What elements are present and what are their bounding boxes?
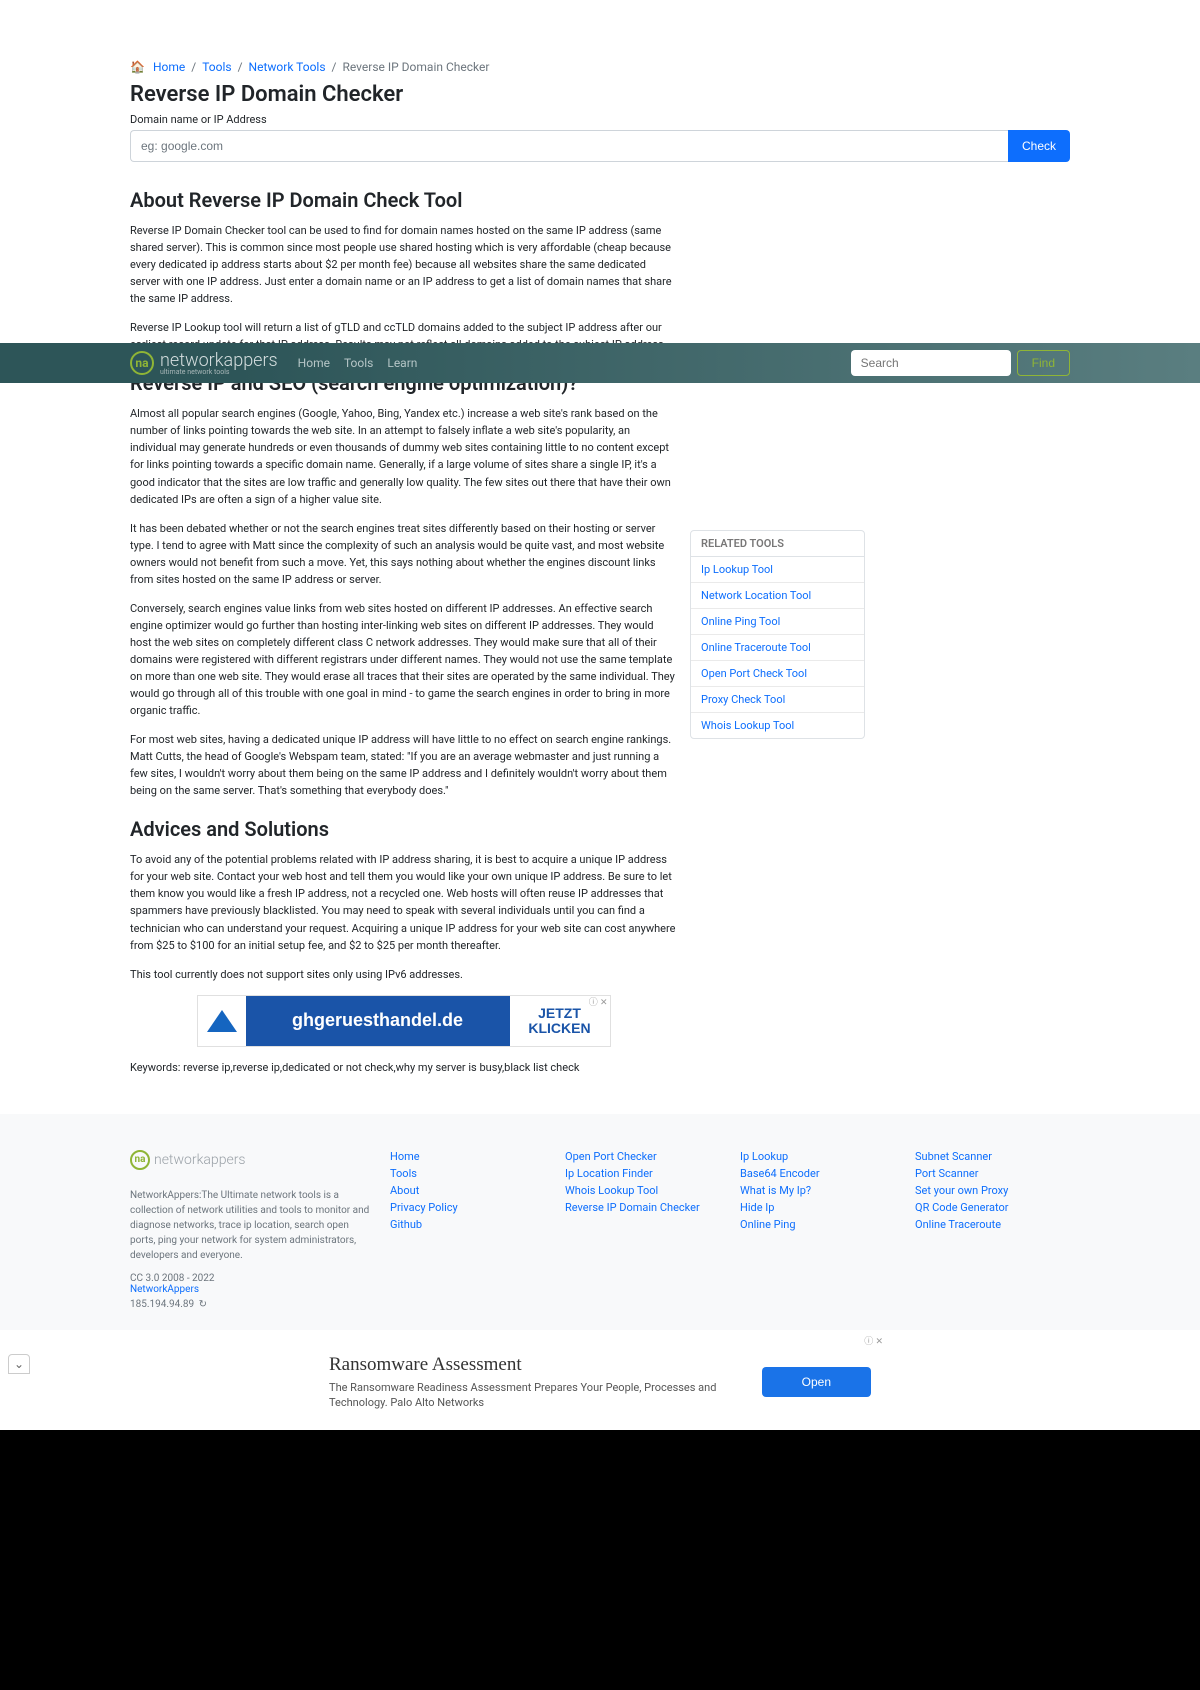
footer-cc: CC 3.0 2008 - 2022 NetworkAppers <box>130 1273 370 1295</box>
ad1-domain: ghgeruesthandel.de <box>246 1010 510 1031</box>
black-band <box>0 1430 1200 1690</box>
footer-link-ping[interactable]: Online Ping <box>740 1218 895 1231</box>
footer-link-about[interactable]: About <box>390 1184 545 1197</box>
advice-p1: To avoid any of the potential problems r… <box>130 851 677 953</box>
breadcrumb-network-tools[interactable]: Network Tools <box>249 60 326 74</box>
ad1-cta-line1: JETZT <box>538 1006 581 1021</box>
ad-collapse-icon[interactable]: ⌄ <box>8 1354 30 1374</box>
footer-link-hideip[interactable]: Hide Ip <box>740 1201 895 1214</box>
ad-banner-2[interactable]: ⓘ ✕ Ransomware Assessment The Ransomware… <box>315 1344 885 1421</box>
footer-link-qr[interactable]: QR Code Generator <box>915 1201 1070 1214</box>
ad2-title: Ransomware Assessment <box>329 1354 742 1376</box>
footer-logo[interactable]: na networkappers <box>130 1150 370 1170</box>
breadcrumb-tools[interactable]: Tools <box>202 60 231 74</box>
footer-link-ip-lookup[interactable]: Ip Lookup <box>740 1150 895 1163</box>
footer-link-reverse-ip[interactable]: Reverse IP Domain Checker <box>565 1201 720 1214</box>
nav-learn[interactable]: Learn <box>387 356 417 370</box>
footer-link-myip[interactable]: What is My Ip? <box>740 1184 895 1197</box>
page-title: Reverse IP Domain Checker <box>130 82 1070 107</box>
footer-cc-link[interactable]: NetworkAppers <box>130 1284 370 1295</box>
footer-ip-value: 185.194.94.89 <box>130 1299 194 1310</box>
sidebar-item-ip-lookup[interactable]: Ip Lookup Tool <box>691 557 864 583</box>
footer-link-base64[interactable]: Base64 Encoder <box>740 1167 895 1180</box>
logo-badge-icon: na <box>130 351 154 375</box>
about-p1: Reverse IP Domain Checker tool can be us… <box>130 222 677 307</box>
footer-link-portscan[interactable]: Port Scanner <box>915 1167 1070 1180</box>
ad2-open-button[interactable]: Open <box>762 1367 871 1397</box>
sidebar-item-network-location[interactable]: Network Location Tool <box>691 583 864 609</box>
footer-cc-text: CC 3.0 2008 - 2022 <box>130 1273 215 1284</box>
find-button[interactable]: Find <box>1017 350 1070 376</box>
refresh-icon[interactable]: ↻ <box>199 1299 207 1310</box>
keywords: Keywords: reverse ip,reverse ip,dedicate… <box>130 1061 677 1074</box>
footer-link-subnet[interactable]: Subnet Scanner <box>915 1150 1070 1163</box>
footer-logo-badge-icon: na <box>130 1150 150 1170</box>
ad-banner-1[interactable]: ⓘ ✕ ghgeruesthandel.de JETZT KLICKEN <box>197 995 611 1047</box>
ad-logo-icon <box>198 996 246 1046</box>
footer-link-traceroute[interactable]: Online Traceroute <box>915 1218 1070 1231</box>
ad-tag2-icon[interactable]: ⓘ ✕ <box>864 1334 883 1347</box>
breadcrumb: 🏠 Home / Tools / Network Tools / Reverse… <box>130 0 1070 74</box>
footer-logo-text: networkappers <box>154 1152 246 1168</box>
footer-link-whois[interactable]: Whois Lookup Tool <box>565 1184 720 1197</box>
seo-p1: Almost all popular search engines (Googl… <box>130 405 677 507</box>
sidebar-title: RELATED TOOLS <box>691 531 864 557</box>
input-row: Check <box>130 130 1070 162</box>
sidebar-item-proxy-check[interactable]: Proxy Check Tool <box>691 687 864 713</box>
footer-ip: 185.194.94.89 ↻ <box>130 1299 370 1310</box>
sidebar-item-open-port-check[interactable]: Open Port Check Tool <box>691 661 864 687</box>
footer-link-privacy[interactable]: Privacy Policy <box>390 1201 545 1214</box>
footer-link-proxy[interactable]: Set your own Proxy <box>915 1184 1070 1197</box>
breadcrumb-sep: / <box>332 60 337 74</box>
breadcrumb-home[interactable]: Home <box>153 60 185 74</box>
footer-link-home[interactable]: Home <box>390 1150 545 1163</box>
ad2-sub: The Ransomware Readiness Assessment Prep… <box>329 1380 742 1411</box>
sidebar-item-whois-lookup[interactable]: Whois Lookup Tool <box>691 713 864 738</box>
bottom-ad-wrap: ⌄ ⓘ ✕ Ransomware Assessment The Ransomwa… <box>0 1330 1200 1431</box>
navbar: na networkappers ultimate network tools … <box>0 343 1200 383</box>
nav-tools[interactable]: Tools <box>344 356 373 370</box>
advice-heading: Advices and Solutions <box>130 817 677 841</box>
seo-p3: Conversely, search engines value links f… <box>130 600 677 719</box>
domain-input[interactable] <box>130 130 1008 162</box>
breadcrumb-current: Reverse IP Domain Checker <box>342 60 489 74</box>
footer: na networkappers NetworkAppers:The Ultim… <box>0 1114 1200 1330</box>
breadcrumb-sep: / <box>238 60 243 74</box>
seo-p4: For most web sites, having a dedicated u… <box>130 731 677 799</box>
footer-link-tools[interactable]: Tools <box>390 1167 545 1180</box>
sidebar-item-online-traceroute[interactable]: Online Traceroute Tool <box>691 635 864 661</box>
ad1-cta-line2: KLICKEN <box>528 1021 590 1036</box>
nav-search-input[interactable] <box>851 350 1011 376</box>
check-button[interactable]: Check <box>1008 130 1070 162</box>
nav-home[interactable]: Home <box>298 356 330 370</box>
about-heading: About Reverse IP Domain Check Tool <box>130 188 677 212</box>
sidebar-item-online-ping[interactable]: Online Ping Tool <box>691 609 864 635</box>
seo-p2: It has been debated whether or not the s… <box>130 520 677 588</box>
footer-link-github[interactable]: Github <box>390 1218 545 1231</box>
main-container: 🏠 Home / Tools / Network Tools / Reverse… <box>130 0 1070 1074</box>
input-label: Domain name or IP Address <box>130 113 1070 126</box>
footer-link-ip-location[interactable]: Ip Location Finder <box>565 1167 720 1180</box>
breadcrumb-sep: / <box>191 60 196 74</box>
sidebar-related-tools: RELATED TOOLS Ip Lookup Tool Network Loc… <box>690 530 865 739</box>
footer-link-open-port[interactable]: Open Port Checker <box>565 1150 720 1163</box>
footer-desc: NetworkAppers:The Ultimate network tools… <box>130 1188 370 1263</box>
nav-links: Home Tools Learn <box>298 356 418 370</box>
logo[interactable]: na networkappers ultimate network tools <box>130 350 278 376</box>
home-icon: 🏠 <box>130 60 145 74</box>
advice-p2: This tool currently does not support sit… <box>130 966 677 983</box>
ad-tag-icon[interactable]: ⓘ ✕ <box>589 995 608 1008</box>
